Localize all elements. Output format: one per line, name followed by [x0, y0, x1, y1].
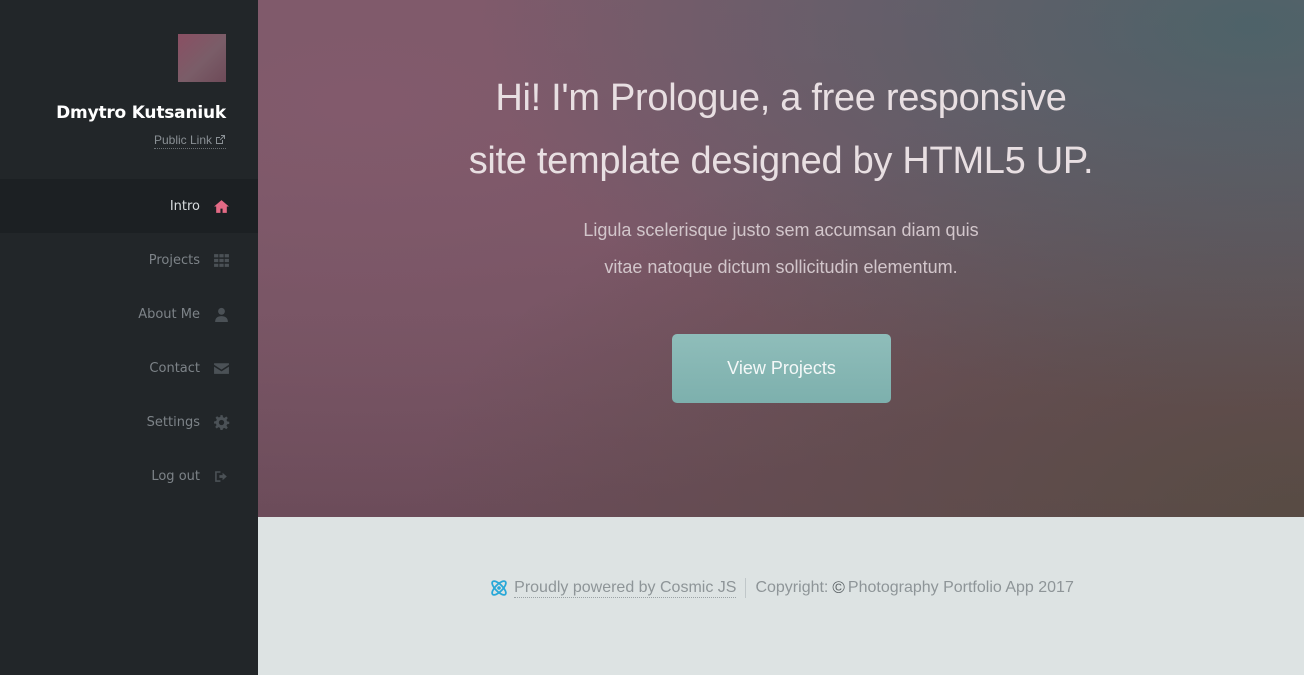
- nav-item-log-out[interactable]: Log out: [0, 449, 258, 503]
- copyright-text: Photography Portfolio App 2017: [847, 579, 1074, 596]
- user-icon: [212, 305, 230, 323]
- nav-label: Intro: [169, 198, 200, 214]
- nav-label: About Me: [138, 306, 200, 322]
- hero-section: Hi! I'm Prologue, a free responsive site…: [258, 0, 1304, 517]
- profile-header: Dmytro Kutsaniuk Public Link: [0, 0, 258, 179]
- gear-icon: [212, 413, 230, 431]
- hero-subtitle-line: Ligula scelerisque justo sem accumsan di…: [583, 220, 979, 240]
- nav-item-projects[interactable]: Projects: [0, 233, 258, 287]
- hero-title: Hi! I'm Prologue, a free responsive site…: [258, 67, 1304, 193]
- public-link-label: Public Link: [153, 133, 212, 147]
- public-link[interactable]: Public Link: [153, 133, 226, 149]
- nav-label: Log out: [151, 468, 200, 484]
- nav-label: Projects: [148, 252, 200, 268]
- hero-title-line: site template designed by HTML5 UP.: [468, 140, 1094, 182]
- nav-item-intro[interactable]: Intro: [0, 179, 258, 233]
- powered-by-link[interactable]: Proudly powered by Cosmic JS: [514, 579, 737, 598]
- profile-name: Dmytro Kutsaniuk: [56, 103, 226, 123]
- external-link-icon: [216, 135, 225, 144]
- envelope-icon: [212, 359, 230, 377]
- hero-subtitle-line: vitae natoque dictum sollicitudin elemen…: [604, 257, 958, 277]
- hero-title-line: Hi! I'm Prologue, a free responsive: [495, 77, 1067, 119]
- footer-divider: [745, 578, 747, 598]
- copyright-label: Copyright:: [755, 579, 829, 596]
- grid-icon: [212, 251, 230, 269]
- hero-subtitle: Ligula scelerisque justo sem accumsan di…: [258, 212, 1304, 286]
- copyright-icon: ©: [832, 578, 845, 597]
- footer-row: Proudly powered by Cosmic JS Copyright: …: [258, 577, 1304, 599]
- nav-label: Contact: [149, 360, 200, 376]
- view-projects-button[interactable]: View Projects: [672, 334, 891, 403]
- cosmic-js-logo-icon: [491, 580, 507, 596]
- footer: Proudly powered by Cosmic JS Copyright: …: [258, 517, 1304, 675]
- nav-item-contact[interactable]: Contact: [0, 341, 258, 395]
- nav-item-about-me[interactable]: About Me: [0, 287, 258, 341]
- sidebar-nav: Intro Projects About Me Contact Settings: [0, 179, 258, 503]
- nav-item-settings[interactable]: Settings: [0, 395, 258, 449]
- sidebar: Dmytro Kutsaniuk Public Link Intro Proje…: [0, 0, 258, 675]
- sign-out-icon: [212, 467, 230, 485]
- avatar[interactable]: [178, 34, 226, 82]
- home-icon: [212, 197, 230, 215]
- nav-label: Settings: [146, 414, 200, 430]
